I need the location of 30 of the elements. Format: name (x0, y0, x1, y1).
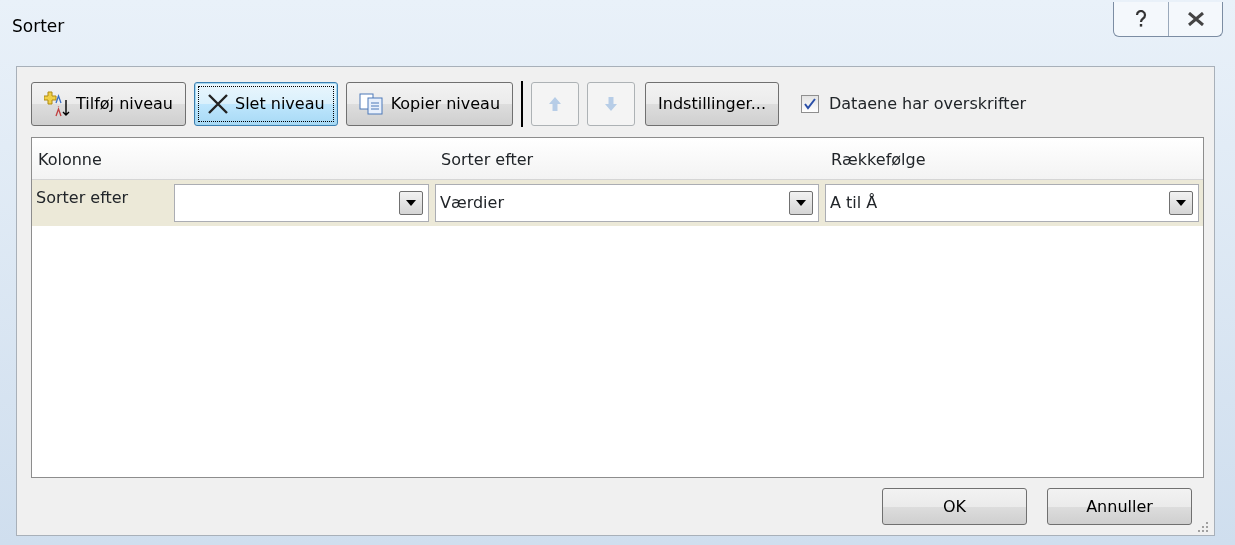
toolbar-button[interactable]: Kopier niveau (345, 82, 514, 126)
copy-icon (358, 93, 385, 115)
add-sort-icon (44, 91, 70, 117)
dropdown-field[interactable]: Værdier (435, 184, 819, 222)
caret-icon (406, 200, 416, 206)
window-title: Sorter (12, 15, 65, 38)
toolbar-button[interactable]: Tilføj niveau (31, 82, 186, 126)
dropdown-button[interactable] (399, 191, 423, 215)
toolbar-button[interactable]: Indstillinger... (645, 82, 779, 126)
column-header: Sorter efter (440, 149, 535, 171)
up-arrow-icon (548, 96, 563, 112)
close-icon (1186, 12, 1205, 26)
row-label: Sorter efter (36, 187, 130, 209)
column-header: Kolonne (37, 149, 103, 171)
dropdown-field[interactable] (174, 184, 429, 222)
resize-grip-icon[interactable] (1197, 521, 1209, 533)
dialog-button[interactable]: Annuller (1047, 488, 1192, 525)
dropdown-button[interactable] (1169, 191, 1193, 215)
checkbox[interactable] (801, 95, 819, 113)
checkbox-label[interactable]: Dataene har overskrifter (829, 92, 1027, 116)
caret-icon (796, 200, 806, 206)
help-icon (1134, 10, 1148, 28)
dropdown-button[interactable] (789, 191, 813, 215)
down-arrow-icon (604, 96, 619, 112)
caret-icon (1176, 200, 1186, 206)
dropdown-field[interactable]: A til Å (825, 184, 1199, 222)
close-icon (206, 93, 229, 115)
dialog-button[interactable]: OK (882, 488, 1027, 525)
column-header: Rækkefølge (830, 149, 927, 171)
toolbar-button[interactable]: Slet niveau (193, 82, 338, 126)
